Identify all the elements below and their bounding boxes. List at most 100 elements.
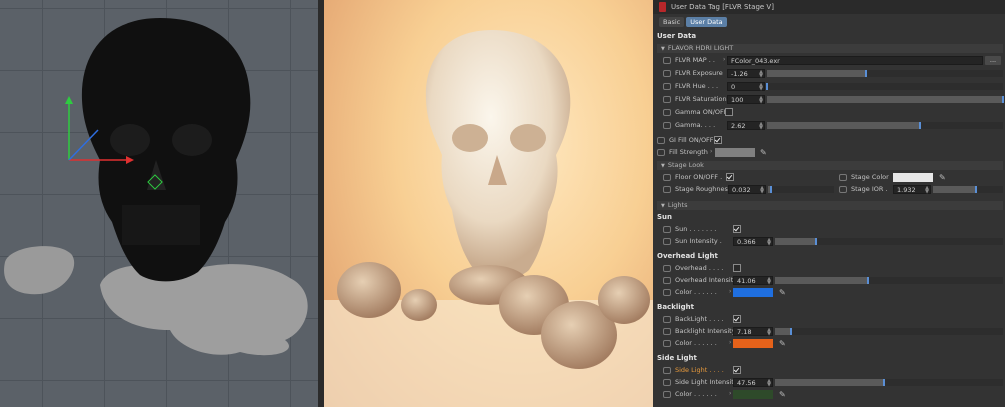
chevron-right-icon[interactable]: › [729, 339, 731, 346]
chevron-right-icon[interactable]: › [729, 288, 731, 295]
sun-intensity-input[interactable]: 0.366 ▲ ▼ [733, 237, 773, 247]
render-view [324, 0, 653, 407]
eyedropper-icon[interactable]: ✎ [939, 173, 946, 182]
overhead-intensity-slider[interactable] [775, 277, 1003, 284]
slider-fill [768, 186, 772, 193]
flvr-saturation-input[interactable]: 100 ▲ ▼ [727, 95, 765, 105]
sun-title: Sun [657, 213, 673, 221]
side-intensity-input[interactable]: 47.56 ▲ ▼ [733, 378, 773, 388]
keyframe-icon[interactable] [663, 122, 671, 129]
keyframe-icon[interactable] [663, 367, 671, 374]
tab-basic[interactable]: Basic [659, 17, 685, 27]
tab-user-data[interactable]: User Data [686, 17, 727, 27]
gi-fill-checkbox[interactable] [714, 136, 722, 144]
keyframe-icon[interactable] [657, 137, 665, 144]
row-side-color: Color . . . . . . › ✎ [653, 389, 1005, 400]
flvr-saturation-slider[interactable] [767, 96, 1004, 103]
row-backlight-toggle: BackLight . . . . [653, 314, 1005, 325]
keyframe-icon[interactable] [663, 57, 671, 64]
viewport-scene [4, 18, 308, 356]
eyedropper-icon[interactable]: ✎ [779, 339, 786, 348]
backlight-color-swatch[interactable] [733, 339, 773, 348]
sun-intensity-slider[interactable] [775, 238, 1003, 245]
browse-button[interactable]: ... [985, 56, 1001, 65]
gamma-onoff-checkbox[interactable] [725, 108, 733, 116]
chevron-right-icon[interactable]: › [729, 390, 731, 397]
render-eye-right [510, 124, 546, 152]
spin-arrows-icon[interactable]: ▲ ▼ [925, 186, 929, 195]
backlight-checkbox[interactable] [733, 315, 741, 323]
keyframe-icon[interactable] [663, 83, 671, 90]
flvr-map-field[interactable]: FColor_043.exr [727, 56, 983, 65]
backlight-intensity-slider[interactable] [775, 328, 1003, 335]
overhead-checkbox[interactable] [733, 264, 741, 272]
keyframe-icon[interactable] [663, 109, 671, 116]
spin-arrows-icon[interactable]: ▲ ▼ [767, 379, 771, 388]
keyframe-icon[interactable] [663, 265, 671, 272]
attribute-manager: User Data Tag [FLVR Stage V] Basic User D… [653, 0, 1005, 407]
slider-fill [775, 328, 792, 335]
spin-arrows-icon[interactable]: ▲ ▼ [760, 186, 764, 195]
keyframe-icon[interactable] [663, 316, 671, 323]
keyframe-icon[interactable] [663, 328, 671, 335]
sun-checkbox[interactable] [733, 225, 741, 233]
flvr-exposure-slider[interactable] [767, 70, 1003, 77]
eyedropper-icon[interactable]: ✎ [760, 148, 767, 157]
keyframe-icon[interactable] [663, 277, 671, 284]
spin-arrows-icon[interactable]: ▲ ▼ [767, 277, 771, 286]
flvr-hue-slider[interactable] [766, 83, 1003, 90]
keyframe-icon[interactable] [657, 149, 665, 156]
stage-ior-input[interactable]: 1.932 ▲ ▼ [893, 185, 931, 195]
group-stage-look[interactable]: ▼ Stage Look [657, 161, 1003, 170]
keyframe-icon[interactable] [663, 340, 671, 347]
group-lights[interactable]: ▼ Lights [657, 201, 1003, 210]
row-fill-strength: Fill Strength › ✎ [653, 147, 1005, 158]
slider-fill [775, 238, 818, 245]
stage-color-swatch[interactable] [893, 173, 933, 182]
keyframe-icon[interactable] [663, 186, 671, 193]
keyframe-icon[interactable] [663, 238, 671, 245]
keyframe-icon[interactable] [663, 289, 671, 296]
stage-ior-slider[interactable] [933, 186, 1003, 193]
keyframe-icon[interactable] [663, 96, 671, 103]
spin-arrows-icon[interactable]: ▲ ▼ [759, 70, 763, 79]
row-flvr-hue: FLVR Hue . . . 0 ▲ ▼ [653, 81, 1005, 92]
spin-arrows-icon[interactable]: ▲ ▼ [759, 83, 763, 92]
keyframe-icon[interactable] [663, 379, 671, 386]
gamma-input[interactable]: 2.62 ▲ ▼ [727, 121, 765, 131]
spin-arrows-icon[interactable]: ▲ ▼ [759, 122, 763, 131]
flvr-exposure-input[interactable]: -1.26 ▲ ▼ [727, 69, 765, 79]
floor-onoff-checkbox[interactable] [726, 173, 734, 181]
spin-arrows-icon[interactable]: ▲ ▼ [767, 238, 771, 247]
overhead-color-swatch[interactable] [733, 288, 773, 297]
eyedropper-icon[interactable]: ✎ [779, 288, 786, 297]
stage-roughness-input[interactable]: 0.032 ▲ ▼ [728, 185, 766, 195]
keyframe-icon[interactable] [663, 226, 671, 233]
group-flavor-hdri[interactable]: ▼ FLAVOR HDRI LIGHT [657, 44, 1003, 53]
section-title: User Data [657, 32, 697, 40]
overhead-title: Overhead Light [657, 252, 718, 260]
keyframe-icon[interactable] [663, 70, 671, 77]
collapse-triangle-icon: ▼ [661, 46, 665, 52]
flvr-hue-input[interactable]: 0 ▲ ▼ [727, 82, 765, 92]
side-light-checkbox[interactable] [733, 366, 741, 374]
keyframe-icon[interactable] [663, 391, 671, 398]
side-color-swatch[interactable] [733, 390, 773, 399]
backlight-intensity-input[interactable]: 7.18 ▲ ▼ [733, 327, 773, 337]
viewport-3d[interactable] [0, 0, 318, 407]
fill-strength-swatch[interactable] [715, 148, 755, 157]
slider-fill [775, 277, 870, 284]
spin-arrows-icon[interactable]: ▲ ▼ [759, 96, 763, 105]
keyframe-icon[interactable] [839, 174, 847, 181]
eyedropper-icon[interactable]: ✎ [779, 390, 786, 399]
slider-fill [767, 122, 922, 129]
keyframe-icon[interactable] [663, 174, 671, 181]
stage-roughness-slider[interactable] [768, 186, 834, 193]
chevron-right-icon[interactable]: › [710, 148, 712, 155]
spin-arrows-icon[interactable]: ▲ ▼ [767, 328, 771, 337]
chevron-right-icon[interactable]: › [723, 56, 725, 63]
keyframe-icon[interactable] [839, 186, 847, 193]
overhead-intensity-input[interactable]: 41.06 ▲ ▼ [733, 276, 773, 286]
gamma-slider[interactable] [767, 122, 1003, 129]
side-intensity-slider[interactable] [775, 379, 1003, 386]
